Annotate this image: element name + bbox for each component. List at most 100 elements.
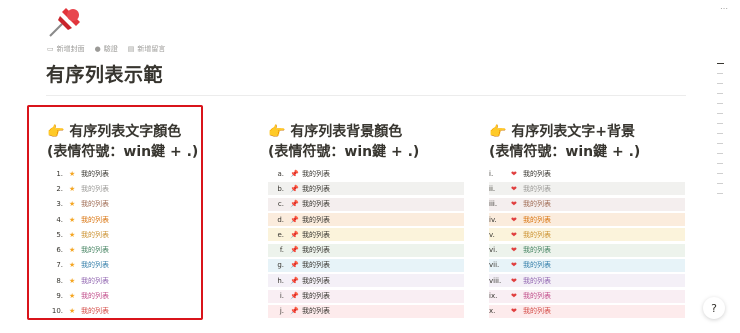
list-marker: 10.	[51, 307, 63, 316]
list-item-body: v. ❤ 我的列表	[489, 228, 685, 242]
list-item-text: 我的列表	[523, 169, 551, 178]
verify-button[interactable]: ● 驗證	[95, 44, 118, 54]
pointing-hand-icon: 👉	[268, 124, 286, 140]
list-item-text: 我的列表	[302, 307, 330, 316]
list-item[interactable]: h. 📌 我的列表	[268, 273, 464, 288]
heart-icon: ❤	[511, 307, 517, 316]
list-item[interactable]: ii. ❤ 我的列表	[489, 181, 685, 196]
check-circle-icon: ●	[94, 45, 101, 53]
list-item[interactable]: 2. ★ 我的列表	[47, 181, 243, 196]
list-item[interactable]: iii. ❤ 我的列表	[489, 197, 685, 212]
heart-icon: ❤	[511, 292, 517, 301]
list-item[interactable]: i. ❤ 我的列表	[489, 166, 685, 181]
list-item[interactable]: f. 📌 我的列表	[268, 242, 464, 257]
list-item-body: ix. ❤ 我的列表	[489, 289, 685, 303]
list-marker: e.	[277, 230, 284, 239]
list-item[interactable]: 6. ★ 我的列表	[47, 242, 243, 257]
outline-tick	[717, 63, 724, 64]
list-marker: 1.	[56, 169, 63, 178]
list-item-text: 我的列表	[523, 276, 551, 285]
list-item-body: ii. ❤ 我的列表	[489, 182, 685, 196]
list-item[interactable]: viii. ❤ 我的列表	[489, 273, 685, 288]
list-item-body: d. 📌 我的列表	[268, 213, 464, 227]
list-item[interactable]: 9. ★ 我的列表	[47, 288, 243, 303]
list-item[interactable]: x. ❤ 我的列表	[489, 304, 685, 319]
list-item[interactable]: iv. ❤ 我的列表	[489, 212, 685, 227]
list-marker: 7.	[56, 261, 63, 270]
list-item[interactable]: a. 📌 我的列表	[268, 166, 464, 181]
list-item-body: 9. ★ 我的列表	[47, 290, 243, 303]
list-item-body: 1. ★ 我的列表	[47, 167, 243, 180]
list-marker: a.	[277, 169, 284, 178]
list-item-body: f. 📌 我的列表	[268, 243, 464, 257]
add-comment-button[interactable]: ▤ 新增留言	[128, 44, 166, 54]
more-options-icon[interactable]: ⋯	[720, 4, 728, 13]
list-item[interactable]: e. 📌 我的列表	[268, 227, 464, 242]
pushpin-icon: 📌	[290, 246, 299, 255]
column-heading[interactable]: 👉 有序列表文字顏色 (表情符號：win鍵 + .)	[47, 122, 243, 162]
list-item-text: 我的列表	[81, 276, 109, 285]
list-item-body: i. 📌 我的列表	[268, 289, 464, 303]
list-item-text: 我的列表	[81, 246, 109, 255]
list-item[interactable]: i. 📌 我的列表	[268, 288, 464, 303]
list-item-text: 我的列表	[302, 215, 330, 224]
list-item[interactable]: d. 📌 我的列表	[268, 212, 464, 227]
list-item[interactable]: 5. ★ 我的列表	[47, 227, 243, 242]
pushpin-icon: 📌	[290, 169, 299, 178]
page-title[interactable]: 有序列表示範	[46, 60, 163, 87]
list-item[interactable]: c. 📌 我的列表	[268, 197, 464, 212]
list-item[interactable]: 1. ★ 我的列表	[47, 166, 243, 181]
list-marker: d.	[277, 215, 284, 224]
list-item-body: 7. ★ 我的列表	[47, 259, 243, 272]
list-marker: 3.	[56, 200, 63, 209]
list-item-body: e. 📌 我的列表	[268, 228, 464, 242]
star-icon: ★	[69, 276, 76, 285]
outline-tick	[717, 153, 723, 154]
list-marker: iii.	[489, 200, 498, 209]
list-item[interactable]: j. 📌 我的列表	[268, 304, 464, 319]
divider	[46, 95, 686, 96]
list-item-body: c. 📌 我的列表	[268, 197, 464, 211]
list-item[interactable]: v. ❤ 我的列表	[489, 227, 685, 242]
list-item-text: 我的列表	[523, 307, 551, 316]
list-item-text: 我的列表	[302, 276, 330, 285]
list-item[interactable]: vi. ❤ 我的列表	[489, 242, 685, 257]
list-item[interactable]: 3. ★ 我的列表	[47, 197, 243, 212]
list-item-body: a. 📌 我的列表	[268, 167, 464, 181]
list-item[interactable]: ix. ❤ 我的列表	[489, 288, 685, 303]
list-item[interactable]: 10. ★ 我的列表	[47, 304, 243, 319]
pushpin-icon: 📌	[290, 184, 299, 193]
help-button[interactable]: ?	[703, 297, 725, 319]
page-outline-scrollbar[interactable]	[715, 63, 725, 203]
list-item-text: 我的列表	[523, 261, 551, 270]
list-marker: viii.	[489, 276, 502, 285]
list-item[interactable]: 7. ★ 我的列表	[47, 258, 243, 273]
list-item-text: 我的列表	[81, 261, 109, 270]
list-item-text: 我的列表	[81, 169, 109, 178]
list-item-body: 2. ★ 我的列表	[47, 182, 243, 195]
column-heading[interactable]: 👉 有序列表文字+背景 (表情符號：win鍵 + .)	[489, 122, 685, 162]
list-marker: h.	[277, 276, 284, 285]
ordered-list: i. ❤ 我的列表 ii. ❤ 我的列表 iii. ❤ 我的列表 iv. ❤ 我的列表 v. ❤ 我的列表 v…	[489, 166, 685, 319]
list-item-text: 我的列表	[302, 184, 330, 193]
list-item-body: b. 📌 我的列表	[268, 182, 464, 196]
outline-tick	[717, 93, 723, 94]
list-item-body: h. 📌 我的列表	[268, 274, 464, 288]
add-cover-button[interactable]: ▭ 新增封面	[47, 44, 85, 54]
list-item-body: vi. ❤ 我的列表	[489, 243, 685, 257]
outline-tick	[717, 183, 723, 184]
list-item-body: x. ❤ 我的列表	[489, 304, 685, 318]
list-item[interactable]: 8. ★ 我的列表	[47, 273, 243, 288]
list-item-body: viii. ❤ 我的列表	[489, 274, 685, 288]
pushpin-icon: 📌	[290, 230, 299, 239]
list-item[interactable]: b. 📌 我的列表	[268, 181, 464, 196]
list-item[interactable]: g. 📌 我的列表	[268, 258, 464, 273]
column-heading[interactable]: 👉 有序列表背景顏色 (表情符號：win鍵 + .)	[268, 122, 464, 162]
pushpin-icon[interactable]	[46, 2, 86, 40]
list-item-text: 我的列表	[302, 230, 330, 239]
pushpin-icon: 📌	[290, 261, 299, 270]
list-marker: vii.	[489, 261, 500, 270]
list-item[interactable]: vii. ❤ 我的列表	[489, 258, 685, 273]
list-marker: b.	[277, 184, 284, 193]
list-item[interactable]: 4. ★ 我的列表	[47, 212, 243, 227]
